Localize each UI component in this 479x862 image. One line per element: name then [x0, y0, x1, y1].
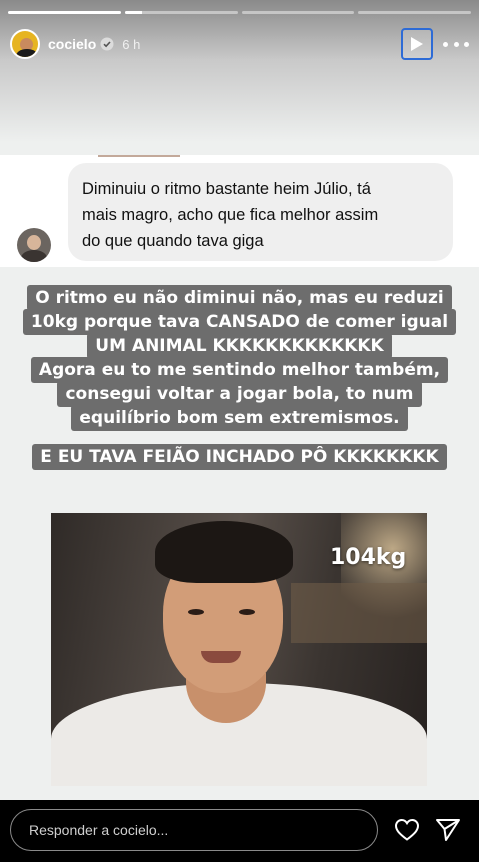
dot — [453, 41, 459, 47]
comment-bubble: Diminuiu o ritmo bastante heim Júlio, tá… — [68, 163, 453, 261]
play-icon — [411, 37, 423, 51]
dot — [443, 41, 448, 47]
send-icon — [436, 819, 460, 841]
person-hair — [155, 521, 293, 583]
reply-line: Agora eu to me sentindo melhor também, — [30, 357, 449, 383]
comment-line: mais magro, acho que fica melhor assim — [82, 206, 379, 224]
reply-line: O ritmo eu não diminui não, mas eu reduz… — [27, 285, 452, 311]
send-button[interactable] — [435, 818, 461, 842]
reply-shout-line: E EU TAVA FEIÃO INCHADO PÔ KKKKKKKK — [32, 444, 447, 470]
reply-line: 10kg porque tava CANSADO de comer igual — [22, 309, 457, 335]
story-header: cocielo 6 h — [10, 24, 469, 64]
reply-input[interactable] — [10, 809, 378, 851]
comment-line: do que quando tava giga — [82, 232, 264, 250]
comment-line: Diminuiu o ritmo bastante heim Júlio, tá — [82, 180, 371, 198]
reply-line: equilíbrio bom sem extremismos. — [71, 405, 408, 431]
story-progress-bar — [8, 11, 471, 14]
progress-segment — [358, 11, 471, 14]
person-mouth — [201, 651, 241, 663]
progress-segment — [8, 11, 121, 14]
dot — [464, 41, 469, 47]
reply-line: consegui voltar a jogar bola, to num — [57, 381, 422, 407]
video-shelf — [291, 583, 427, 643]
more-options-button[interactable] — [443, 34, 469, 54]
post-time: 6 h — [122, 36, 141, 52]
verified-badge-icon — [100, 37, 114, 51]
commenter-avatar — [17, 228, 51, 262]
person-eye — [188, 609, 204, 615]
divider — [98, 155, 180, 157]
story-footer — [0, 800, 479, 862]
story-frame[interactable]: cocielo 6 h Diminuiu o ritmo bastante he… — [0, 0, 479, 800]
profile-avatar[interactable] — [10, 29, 40, 59]
heart-icon — [394, 818, 420, 841]
progress-segment — [241, 11, 355, 14]
play-button[interactable] — [401, 28, 433, 60]
username[interactable]: cocielo — [48, 36, 96, 52]
weight-label: 104kg — [330, 545, 407, 570]
like-button[interactable] — [394, 818, 420, 842]
top-gradient — [0, 0, 479, 150]
reply-text-block: O ritmo eu não diminui não, mas eu reduz… — [0, 285, 479, 470]
video-thumbnail: 104kg — [51, 513, 427, 786]
person-eye — [239, 609, 255, 615]
reply-line: UM ANIMAL KKKKKKKKKKKKK — [87, 333, 392, 359]
progress-segment — [124, 11, 238, 14]
